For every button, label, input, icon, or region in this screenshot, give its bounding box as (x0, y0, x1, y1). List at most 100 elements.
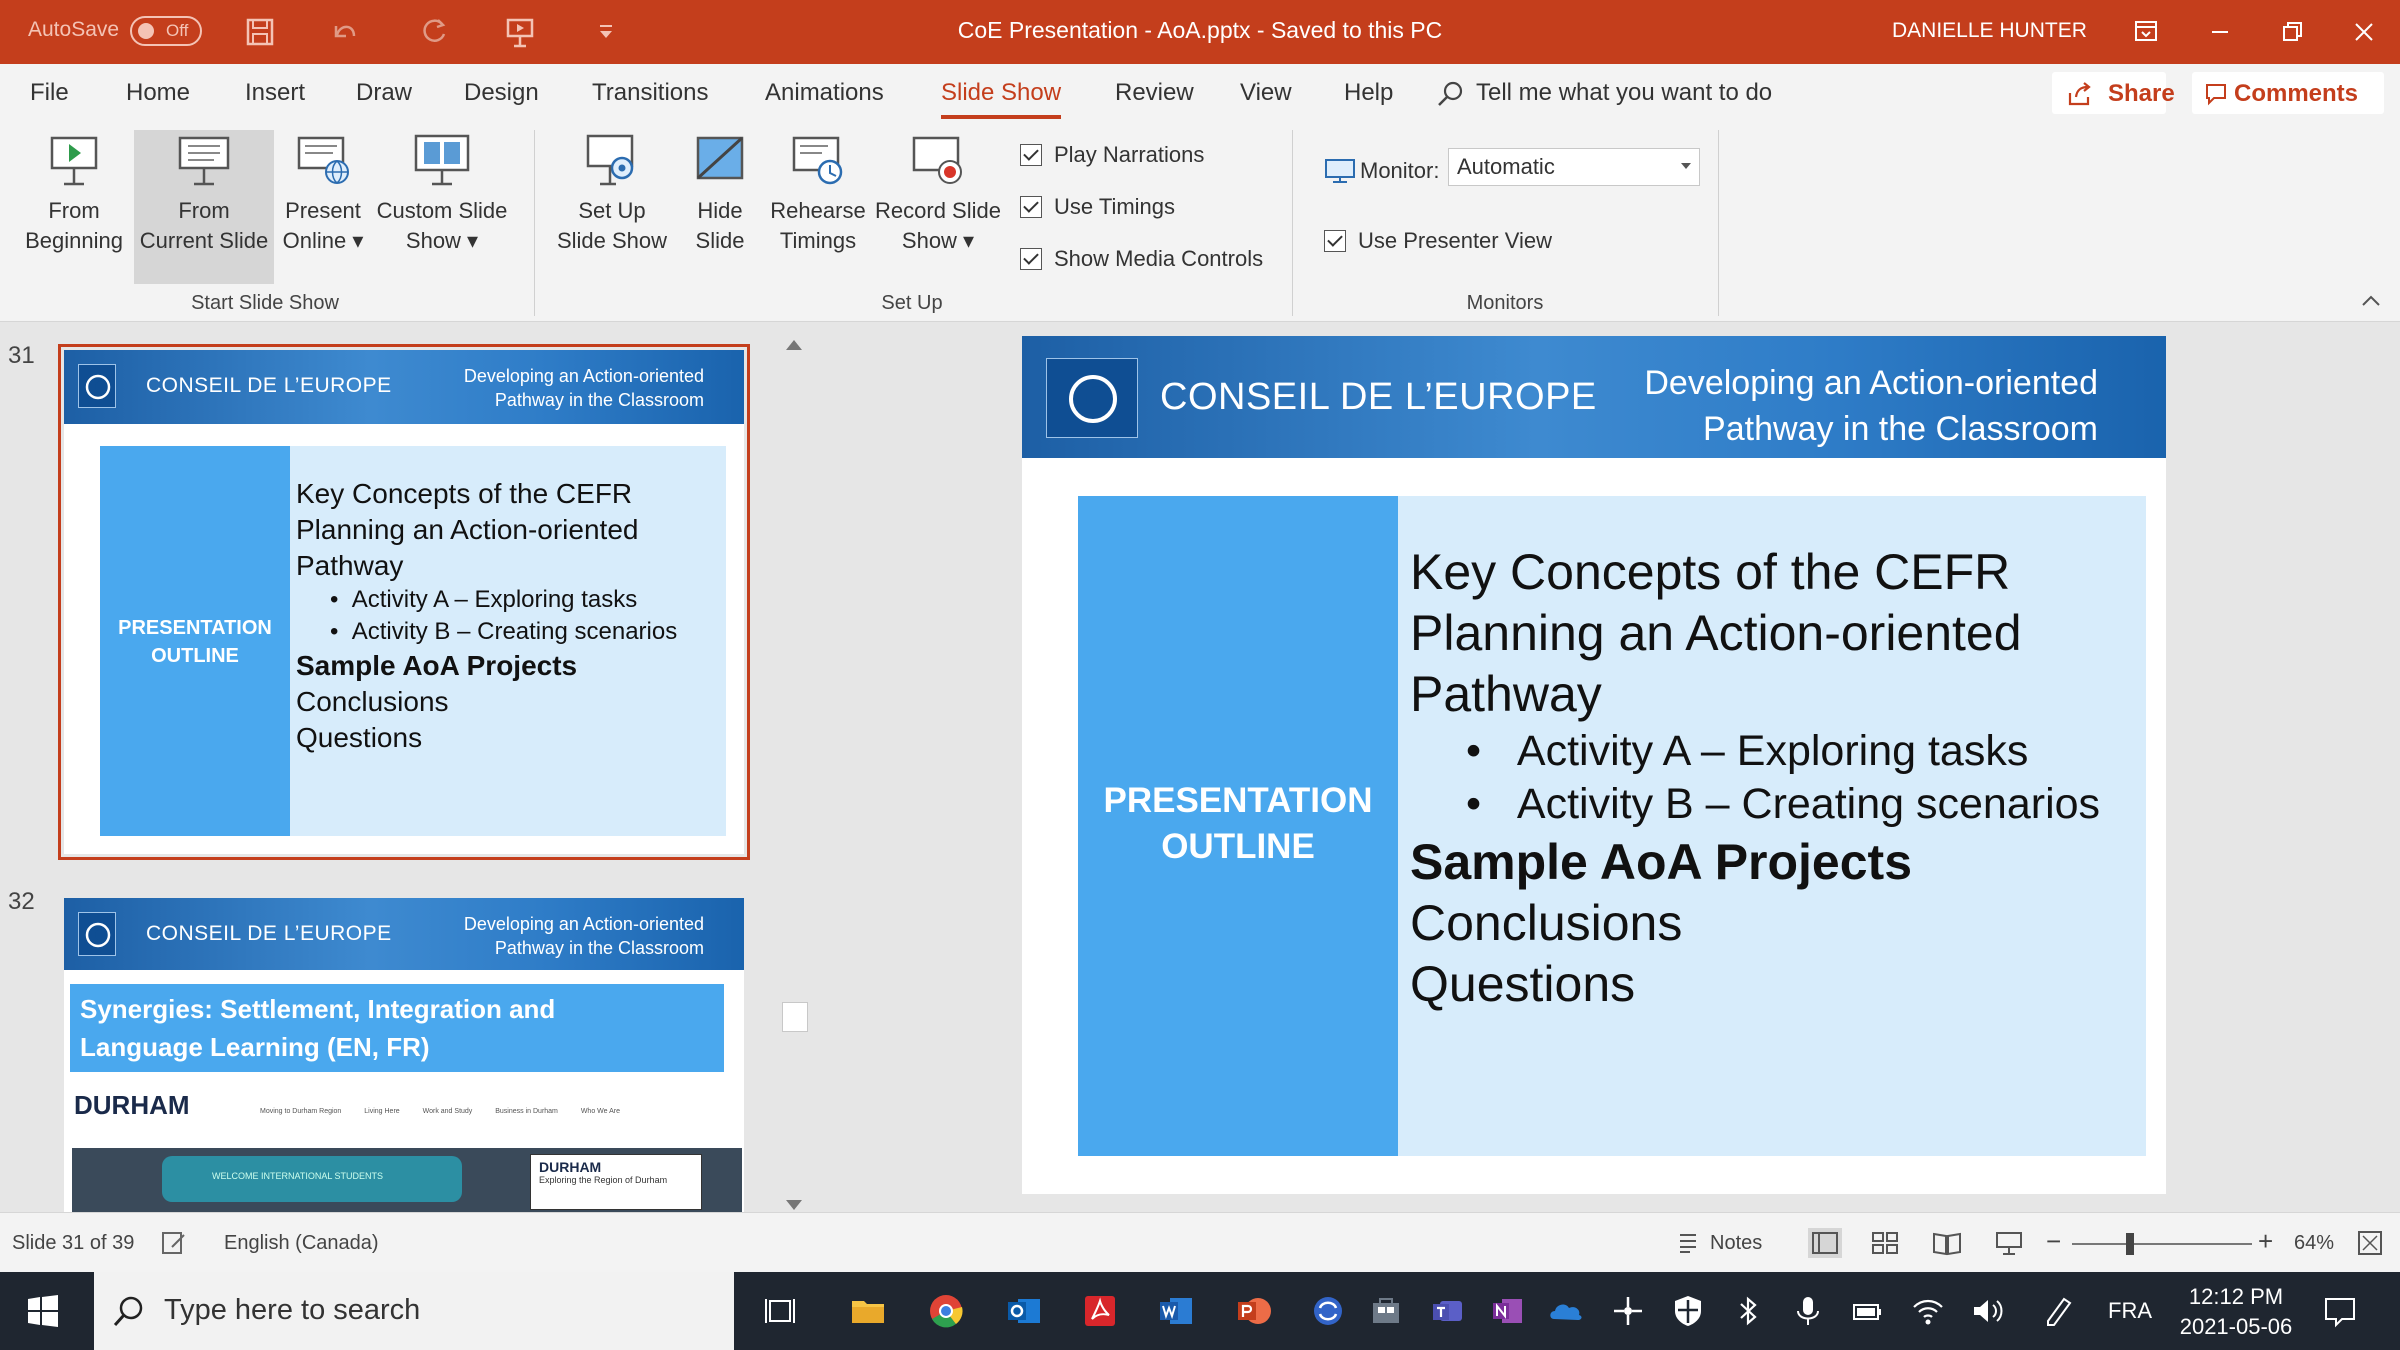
word-icon[interactable] (1158, 1293, 1194, 1329)
slide-number: 31 (8, 342, 35, 369)
close-icon[interactable] (2346, 14, 2382, 50)
collapse-ribbon-icon[interactable] (2360, 294, 2382, 308)
setup-line1: Set Up (578, 198, 646, 223)
custom-slide-show-button[interactable]: Custom Slide Show ▾ (370, 130, 514, 256)
language-indicator[interactable]: English (Canada) (224, 1232, 379, 1255)
checkbox-box[interactable] (1020, 248, 1042, 270)
checkbox-box[interactable] (1020, 144, 1042, 166)
card-text: Exploring the Region of Durham (539, 1175, 668, 1185)
council-of-europe-logo (78, 364, 116, 408)
tab-home[interactable]: Home (126, 79, 190, 107)
setup-line2: Slide Show (556, 228, 668, 253)
notes-button[interactable]: Notes (1710, 1232, 1762, 1255)
outline-content[interactable]: Key Concepts of the CEFR Planning an Act… (1398, 496, 2146, 1156)
chrome-icon[interactable] (928, 1293, 964, 1329)
slide-thumbnail-32[interactable]: CONSEIL DE L’EUROPE Developing an Action… (64, 898, 744, 1212)
council-of-europe-logo (78, 912, 116, 956)
store-app-icon[interactable] (1368, 1293, 1404, 1329)
council-of-europe-logo (1046, 358, 1138, 438)
action-center-icon[interactable] (2322, 1293, 2358, 1329)
record-slide-show-button[interactable]: Record Slide Show ▾ (868, 130, 1008, 256)
monitor-icon (1325, 159, 1355, 183)
file-explorer-icon[interactable] (850, 1293, 886, 1329)
outline-title-line1: PRESENTATION (118, 617, 272, 639)
search-icon[interactable] (1436, 79, 1466, 109)
outline-line: Key Concepts of the CEFR (296, 478, 633, 509)
scroll-down-arrow-icon[interactable] (786, 1200, 802, 1210)
taskbar-clock[interactable]: 12:12 PM 2021-05-06 (2166, 1282, 2306, 1342)
zoom-in-button[interactable]: + (2258, 1226, 2273, 1257)
org-name: CONSEIL DE L’EUROPE (1160, 376, 1597, 418)
current-slide[interactable]: CONSEIL DE L’EUROPE Developing an Action… (1022, 336, 2166, 1194)
network-sync-icon[interactable] (1610, 1293, 1646, 1329)
reading-view-icon[interactable] (1930, 1228, 1964, 1258)
tab-help[interactable]: Help (1344, 79, 1393, 107)
normal-view-icon[interactable] (1808, 1228, 1842, 1258)
volume-icon[interactable] (1970, 1293, 2006, 1329)
wifi-icon[interactable] (1910, 1293, 1946, 1329)
tab-transitions[interactable]: Transitions (592, 79, 708, 107)
tab-review[interactable]: Review (1115, 79, 1194, 107)
zoom-slider-thumb[interactable] (2125, 1233, 2134, 1255)
subtitle-line1: Developing an Action-oriented (1644, 364, 2098, 402)
tab-design[interactable]: Design (464, 79, 539, 107)
fit-to-window-icon[interactable] (2356, 1229, 2384, 1257)
share-button[interactable]: Share (2052, 72, 2175, 114)
slide-counter: Slide 31 of 39 (12, 1232, 135, 1254)
security-shield-icon[interactable] (1670, 1293, 1706, 1329)
pen-icon[interactable] (2040, 1293, 2076, 1329)
tab-insert[interactable]: Insert (245, 79, 305, 107)
acrobat-icon[interactable] (1082, 1293, 1118, 1329)
comments-button[interactable]: Comments (2192, 72, 2384, 114)
outline-line: Planning an Action-oriented (296, 514, 639, 545)
set-up-group-label: Set Up (881, 292, 943, 314)
slide-sorter-view-icon[interactable] (1868, 1228, 1902, 1258)
outlook-icon[interactable] (1006, 1293, 1042, 1329)
from-beginning-button[interactable]: From Beginning (6, 130, 142, 256)
restore-icon[interactable] (2274, 14, 2310, 50)
bluetooth-icon[interactable] (1730, 1293, 1766, 1329)
windows-start-icon[interactable] (26, 1294, 60, 1328)
task-view-icon[interactable] (762, 1293, 798, 1329)
spelling-check-icon[interactable] (160, 1229, 188, 1257)
tell-me-input[interactable]: Tell me what you want to do (1476, 79, 1772, 107)
outline-line: Conclusions (296, 686, 449, 717)
windows-taskbar: Type here to search FRA 12:12 PM 2021-05… (0, 1272, 2400, 1350)
checkbox-box[interactable] (1324, 230, 1346, 252)
present-online-button[interactable]: Present Online ▾ (276, 130, 370, 256)
onenote-icon[interactable] (1490, 1293, 1526, 1329)
slide-thumbnail-31[interactable]: CONSEIL DE L’EUROPE Developing an Action… (58, 344, 750, 860)
outline-bullet: • Activity A – Exploring tasks (1466, 727, 2029, 775)
monitor-dropdown[interactable]: Automatic (1448, 148, 1700, 186)
slide-show-view-icon[interactable] (1992, 1228, 2026, 1258)
zoom-slider[interactable] (2072, 1233, 2252, 1255)
rehearse-timings-button[interactable]: Rehearse Timings (768, 130, 868, 256)
powerpoint-icon[interactable] (1236, 1293, 1272, 1329)
tab-file[interactable]: File (30, 79, 69, 107)
checkbox-box[interactable] (1020, 196, 1042, 218)
user-name[interactable]: DANIELLE HUNTER (1892, 19, 2087, 43)
present-online-line1: Present (285, 198, 361, 223)
scrollbar-thumb[interactable] (782, 1002, 808, 1032)
onedrive-icon[interactable] (1548, 1293, 1584, 1329)
battery-icon[interactable] (1850, 1293, 1886, 1329)
scroll-up-arrow-icon[interactable] (786, 340, 802, 350)
input-language[interactable]: FRA (2108, 1298, 2152, 1324)
sync-app-icon[interactable] (1310, 1293, 1346, 1329)
zoom-out-button[interactable]: − (2046, 1226, 2061, 1257)
hide-slide-button[interactable]: Hide Slide (680, 130, 760, 256)
tab-view[interactable]: View (1240, 79, 1292, 107)
set-up-slide-show-button[interactable]: Set Up Slide Show (550, 130, 674, 256)
tab-animations[interactable]: Animations (765, 79, 884, 107)
slide-editor: CONSEIL DE L’EUROPE Developing an Action… (808, 322, 2400, 1212)
ribbon-display-options-icon[interactable] (2128, 14, 2164, 50)
zoom-level[interactable]: 64% (2294, 1232, 2334, 1255)
tab-slide-show[interactable]: Slide Show (941, 79, 1062, 119)
taskbar-search-box[interactable]: Type here to search (94, 1272, 734, 1350)
tab-draw[interactable]: Draw (356, 79, 412, 107)
thumbnail-scrollbar[interactable] (780, 330, 808, 1212)
microphone-icon[interactable] (1790, 1293, 1826, 1329)
teams-icon[interactable] (1430, 1293, 1466, 1329)
from-current-slide-button[interactable]: From Current Slide (134, 130, 274, 284)
minimize-icon[interactable] (2202, 14, 2238, 50)
